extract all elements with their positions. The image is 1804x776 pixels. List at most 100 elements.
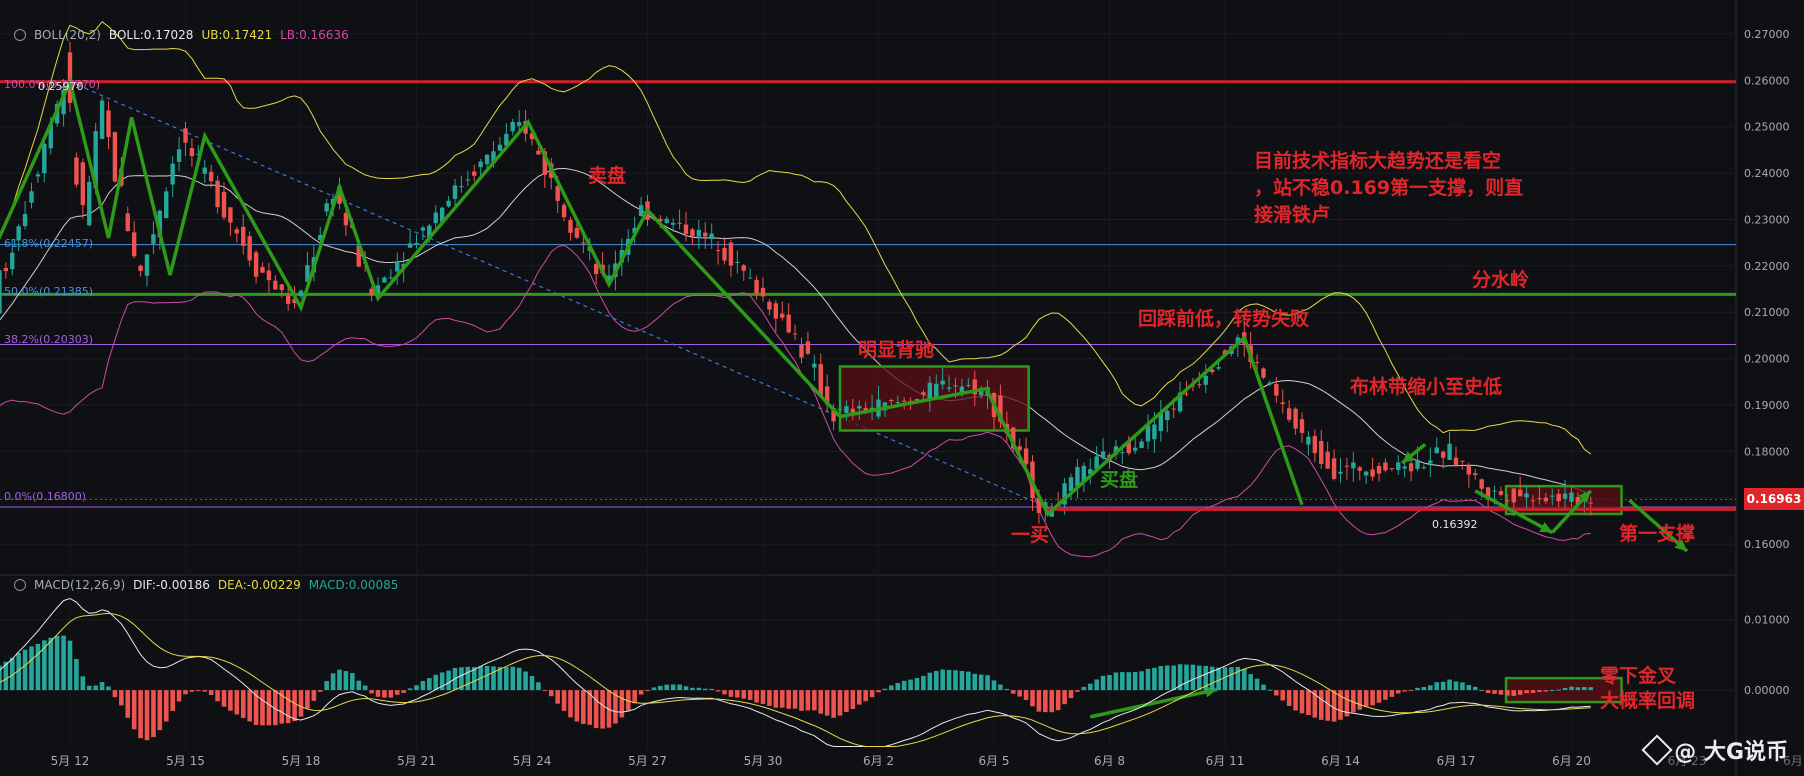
macd-histogram-bar xyxy=(812,690,817,711)
macd-histogram-bar xyxy=(221,690,227,707)
macd-histogram-bar xyxy=(112,690,118,698)
candle-body xyxy=(369,288,374,295)
macd-histogram-bar xyxy=(35,643,41,691)
candle-body xyxy=(241,226,246,246)
macd-histogram-bar xyxy=(1113,672,1119,691)
macd-histogram-bar xyxy=(1229,667,1234,691)
low-marker: 0.16392 xyxy=(1432,518,1478,531)
candle-body xyxy=(42,143,47,174)
candle-body xyxy=(940,380,945,385)
annotation-first-support: 第一支撑 xyxy=(1619,523,1696,545)
macd-indicator-name: MACD(12,26,9) xyxy=(34,578,126,592)
candle-body xyxy=(946,387,952,389)
candle-body xyxy=(1396,462,1401,470)
macd-histogram-bar xyxy=(1017,690,1022,697)
candle-body xyxy=(74,157,79,185)
candle-body xyxy=(472,171,477,176)
macd-histogram-bar xyxy=(131,690,137,730)
price-chart[interactable]: 0.27000 0.26000 0.25000 0.24000 0.23000 0.220… xyxy=(0,0,1804,776)
candle-body xyxy=(690,229,695,237)
candle-body xyxy=(1408,463,1414,472)
time-tick-label: 6月 20 xyxy=(1552,754,1591,768)
macd-histogram-bar xyxy=(1107,674,1112,691)
macd-histogram-bar xyxy=(1068,690,1074,699)
macd-histogram-bar xyxy=(420,680,426,691)
macd-histogram-bar xyxy=(664,684,670,691)
candle-body xyxy=(1524,493,1529,498)
macd-histogram-bar xyxy=(818,690,824,714)
macd-histogram-bar xyxy=(1318,690,1324,720)
macd-histogram-bar xyxy=(760,690,766,704)
candle-body xyxy=(388,277,394,279)
macd-histogram-bar xyxy=(1498,690,1504,695)
macd-histogram-bar xyxy=(715,690,721,692)
macd-histogram-bar xyxy=(1485,690,1491,694)
macd-histogram-bar xyxy=(1370,690,1375,706)
candle-body xyxy=(670,222,676,225)
macd-histogram-bar xyxy=(22,649,28,691)
candle-body xyxy=(1473,473,1478,476)
candle-body xyxy=(664,218,669,223)
candle-body xyxy=(459,186,464,188)
candle-body xyxy=(298,290,304,297)
candle-body xyxy=(1588,502,1593,504)
candle-body xyxy=(35,174,41,177)
candle-body xyxy=(1344,465,1350,467)
macd-histogram-bar xyxy=(978,674,984,691)
annotation-buy-zone: 买盘 xyxy=(1100,469,1139,491)
macd-histogram-bar xyxy=(670,684,676,691)
macd-histogram-bar xyxy=(356,680,362,691)
candle-body xyxy=(414,242,419,244)
macd-histogram-bar xyxy=(1447,679,1452,691)
candle-body xyxy=(112,132,118,182)
candle-body xyxy=(574,227,580,238)
macd-histogram-bar xyxy=(151,690,156,738)
macd-histogram-bar xyxy=(1511,690,1517,696)
candle-body xyxy=(125,213,130,232)
macd-histogram-bar xyxy=(619,690,625,718)
macd-histogram-bar xyxy=(138,690,143,739)
candle-body xyxy=(1312,435,1318,454)
candle-body xyxy=(285,295,291,304)
macd-histogram-bar xyxy=(350,673,355,691)
candle-body xyxy=(844,406,849,414)
macd-histogram-bar xyxy=(1588,687,1594,691)
macd-histogram-bar xyxy=(119,690,124,706)
candle-body xyxy=(1197,384,1202,386)
collapse-icon[interactable] xyxy=(14,29,26,41)
candle-body xyxy=(638,205,644,216)
macd-histogram-bar xyxy=(754,690,759,703)
candle-body xyxy=(683,224,689,235)
candle-body xyxy=(234,229,240,234)
boll-legend[interactable]: BOLL(20,2) BOLL:0.17028 UB:0.17421 LB:0.… xyxy=(14,28,349,42)
macd-histogram-bar xyxy=(632,690,637,704)
macd-tick-label: 0.01000 xyxy=(1744,614,1790,627)
macd-histogram-bar xyxy=(966,671,971,691)
candle-body xyxy=(106,110,111,138)
macd-histogram-bar xyxy=(1408,690,1414,692)
candle-body xyxy=(728,242,734,266)
price-tick-label: 0.24000 xyxy=(1744,167,1790,180)
macd-histogram-bar xyxy=(1036,690,1042,712)
collapse-icon[interactable] xyxy=(14,579,26,591)
candle-body xyxy=(953,385,958,387)
macd-legend[interactable]: MACD(12,26,9) DIF:-0.00186 DEA:-0.00229 … xyxy=(14,578,398,592)
candle-body xyxy=(1537,498,1542,500)
price-tick-label: 0.23000 xyxy=(1744,213,1790,226)
macd-histogram-bar xyxy=(1440,681,1446,691)
macd-histogram-bar xyxy=(317,690,323,692)
macd-histogram-bar xyxy=(305,690,310,709)
macd-histogram-bar xyxy=(1569,686,1574,691)
macd-histogram-bar xyxy=(889,685,894,691)
annotation-main-view-1: 目前技术指标大趋势还是看空 xyxy=(1254,150,1502,172)
price-tick-label: 0.19000 xyxy=(1744,399,1790,412)
candle-body xyxy=(1498,491,1504,495)
macd-histogram-bar xyxy=(163,690,169,722)
macd-histogram-bar xyxy=(1190,664,1196,691)
candle-body xyxy=(901,400,907,402)
annotation-main-view-2: ，站不稳0.169第一支撑，则直 xyxy=(1254,177,1524,199)
candle-body xyxy=(99,100,105,139)
candle-body xyxy=(818,364,823,396)
macd-histogram-bar xyxy=(927,672,933,691)
macd-histogram-bar xyxy=(54,635,60,691)
